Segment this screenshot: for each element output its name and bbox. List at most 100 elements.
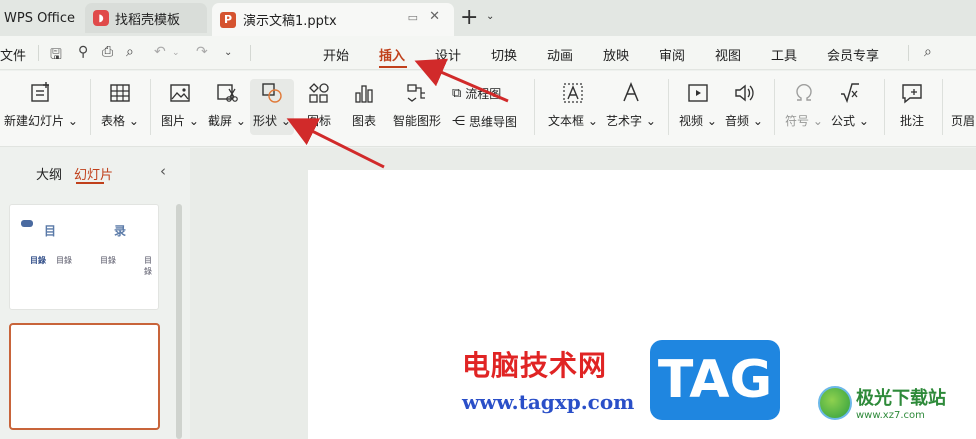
- screenshot-button[interactable]: 截屏 ⌄: [207, 81, 247, 129]
- textbox-icon: [563, 83, 583, 103]
- smartart-icon: [407, 84, 425, 102]
- flowchart-button[interactable]: ⧉ 流程图: [452, 85, 501, 102]
- insert-ribbon: 新建幻灯片 ⌄ 表格 ⌄ 图片 ⌄ 截屏 ⌄ 形状 ⌄ 图标 图表 智能图形 ⧉…: [0, 71, 976, 147]
- menu-member[interactable]: 会员专享: [827, 45, 879, 64]
- watermark-tag-text: TAG: [657, 350, 773, 410]
- panel-scrollbar[interactable]: [176, 204, 182, 439]
- undo-more-icon[interactable]: ⌄: [172, 48, 180, 58]
- watermark-cn-text: 电脑技术网: [462, 349, 608, 382]
- formula-icon: [841, 83, 859, 104]
- save-icon[interactable]: 🖫: [50, 44, 62, 68]
- watermark-site2: 极光下载站 www.xz7.com: [818, 384, 946, 421]
- chart-icon: [355, 85, 373, 103]
- menu-animation[interactable]: 动画: [547, 45, 573, 64]
- menu-review[interactable]: 审阅: [659, 45, 685, 64]
- thumb-item: 目錄: [100, 256, 116, 265]
- menu-tools[interactable]: 工具: [771, 45, 797, 64]
- menu-transition[interactable]: 切换: [491, 45, 517, 64]
- active-tab-indicator: [76, 182, 104, 184]
- picture-icon: [170, 84, 190, 102]
- undo-icon[interactable]: ↶: [154, 44, 166, 60]
- wordart-button[interactable]: 艺术字 ⌄: [606, 81, 656, 129]
- collapse-panel-icon[interactable]: ‹: [160, 162, 166, 180]
- header-footer-label: 页眉: [950, 114, 975, 128]
- wps-office-label: WPS Office: [4, 10, 76, 26]
- smartart-button[interactable]: 智能图形: [390, 81, 444, 129]
- video-label: 视频: [679, 114, 704, 128]
- divider: [90, 79, 91, 135]
- thumb-item: 目錄: [144, 256, 152, 276]
- new-tab-button[interactable]: +: [460, 5, 478, 30]
- screenshot-label: 截屏: [208, 114, 233, 128]
- menu-start[interactable]: 开始: [323, 45, 349, 64]
- picture-button[interactable]: 图片 ⌄: [160, 81, 200, 129]
- table-button[interactable]: 表格 ⌄: [100, 81, 140, 129]
- icon-label: 图标: [306, 114, 331, 128]
- wordart-icon: [623, 82, 639, 102]
- new-slide-icon: [31, 82, 49, 102]
- divider: [534, 79, 535, 135]
- icon-button[interactable]: 图标: [302, 81, 336, 129]
- print-preview-icon[interactable]: ⌕: [126, 44, 134, 60]
- slide-thumbnail-2[interactable]: [9, 323, 160, 430]
- menu-design[interactable]: 设计: [435, 45, 461, 64]
- video-button[interactable]: 视频 ⌄: [678, 81, 718, 129]
- thumb-item: 目錄: [30, 256, 46, 265]
- ppt-file-icon: P: [220, 11, 236, 28]
- comment-button[interactable]: 批注: [894, 81, 930, 129]
- shape-button[interactable]: 形状 ⌄: [250, 79, 294, 135]
- thumb-title-left: 目: [44, 224, 57, 238]
- table-label: 表格: [101, 114, 126, 128]
- menu-slideshow[interactable]: 放映: [603, 45, 629, 64]
- formula-button[interactable]: 公式 ⌄: [830, 81, 870, 129]
- textbox-label: 文本框: [548, 114, 585, 128]
- tab-slides[interactable]: 幻灯片: [74, 164, 113, 183]
- video-icon: [688, 84, 708, 102]
- new-tab-more-icon[interactable]: ⌄: [486, 11, 494, 22]
- comment-icon: [902, 84, 922, 104]
- chart-label: 图表: [351, 114, 376, 128]
- icons-library-icon: [309, 83, 329, 103]
- menu-insert[interactable]: 插入: [379, 45, 405, 64]
- file-menu[interactable]: 文件: [0, 45, 26, 64]
- symbol-label: 符号: [785, 114, 810, 128]
- audio-label: 音频: [725, 114, 750, 128]
- print-icon[interactable]: ⎙: [102, 44, 113, 60]
- omega-icon: [796, 83, 812, 101]
- document-tab-label: 演示文稿1.pptx: [243, 14, 337, 29]
- divider: [908, 45, 909, 61]
- audio-button[interactable]: 音频 ⌄: [724, 81, 764, 129]
- header-footer-button[interactable]: 页眉: [950, 81, 976, 129]
- divider: [150, 79, 151, 135]
- search-icon[interactable]: ⌕: [924, 44, 932, 60]
- close-tab-icon[interactable]: ✕: [429, 9, 440, 24]
- chart-button[interactable]: 图表: [346, 81, 382, 129]
- share-icon[interactable]: ⚲: [78, 44, 88, 60]
- active-menu-indicator: [379, 66, 407, 68]
- menu-bar: 文件 🖫 ⚲ ⎙ ⌕ ↶ ⌄ ↷ ⌄ 开始 插入 设计 切换 动画 放映 审阅 …: [0, 36, 976, 70]
- slide-thumbnail-1[interactable]: 目 录 目錄 目錄 目錄 目錄: [9, 204, 159, 310]
- quick-access-more-icon[interactable]: ⌄: [224, 47, 232, 58]
- thumb-item: 目錄: [56, 256, 72, 265]
- document-tab[interactable]: P 演示文稿1.pptx ▭ ✕: [212, 3, 454, 36]
- tab-outline[interactable]: 大纲: [36, 164, 62, 183]
- wordart-label: 艺术字: [606, 114, 643, 128]
- menu-view[interactable]: 视图: [715, 45, 741, 64]
- divider: [942, 79, 943, 135]
- mindmap-button[interactable]: ⋲ 思维导图: [452, 113, 517, 130]
- template-tab-label: 找稻壳模板: [115, 12, 181, 28]
- mindmap-label: 思维导图: [469, 115, 518, 129]
- thumb-title-right: 录: [114, 224, 127, 238]
- symbol-button[interactable]: 符号 ⌄: [784, 81, 824, 129]
- shape-label: 形状: [253, 114, 278, 128]
- thumb-decoration: [21, 220, 33, 227]
- title-bar: WPS Office ◗ 找稻壳模板 P 演示文稿1.pptx ▭ ✕ + ⌄: [0, 0, 976, 36]
- screenshot-icon: [217, 84, 238, 102]
- textbox-button[interactable]: 文本框 ⌄: [548, 81, 598, 129]
- screen-icon[interactable]: ▭: [408, 11, 418, 24]
- divider: [38, 45, 39, 61]
- new-slide-button[interactable]: 新建幻灯片 ⌄: [4, 81, 78, 129]
- wps-office-tab[interactable]: WPS Office: [0, 3, 80, 33]
- redo-icon[interactable]: ↷: [196, 44, 208, 60]
- template-tab[interactable]: ◗ 找稻壳模板: [85, 3, 207, 33]
